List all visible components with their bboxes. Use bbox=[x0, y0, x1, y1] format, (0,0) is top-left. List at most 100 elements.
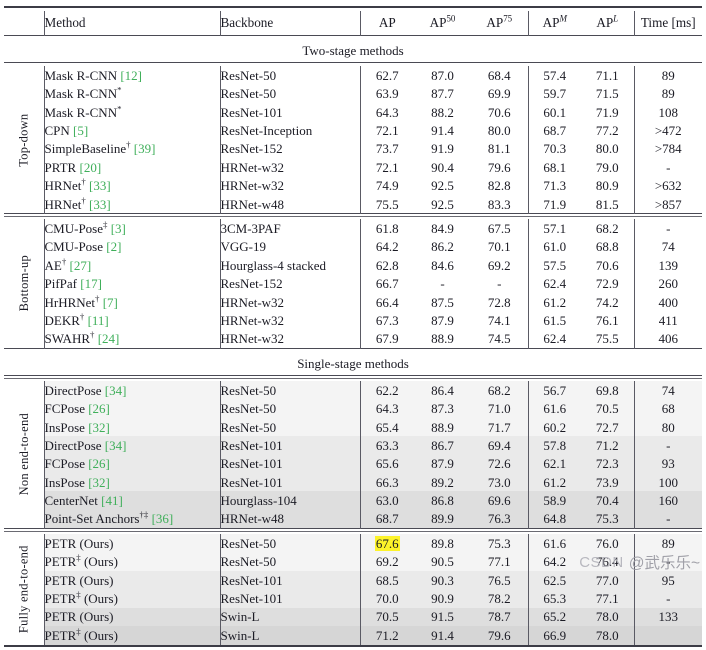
table-row: DEKR† [11] HRNet-w32 67.3 87.9 74.1 61.5 76.1 4… bbox=[4, 311, 702, 330]
cell-ap-large: 72.7 bbox=[581, 417, 634, 437]
cell-method: FCPose [26] bbox=[43, 399, 220, 418]
cell-time: - bbox=[633, 436, 702, 455]
cell-ap-large: 80.9 bbox=[581, 176, 634, 195]
citation-reference[interactable]: [2] bbox=[106, 239, 121, 254]
table-row: FCPose [26] ResNet-101 65.6 87.9 72.6 62.1 72.… bbox=[4, 454, 702, 474]
cell-ap-large: 70.6 bbox=[581, 256, 634, 275]
cell-backbone: ResNet-50 bbox=[219, 84, 360, 103]
citation-reference[interactable]: [11] bbox=[88, 313, 109, 328]
citation-reference[interactable]: [26] bbox=[88, 401, 110, 416]
cell-time: - bbox=[633, 589, 702, 608]
cell-ap: 71.2 bbox=[359, 626, 414, 646]
citation-reference[interactable]: [34] bbox=[105, 438, 127, 453]
cell-ap50: 84.6 bbox=[414, 256, 471, 275]
method-superscript: † bbox=[81, 195, 86, 206]
cell-method: DirectPose [34] bbox=[43, 381, 220, 400]
cell-time: 406 bbox=[633, 329, 702, 349]
cell-ap50: 91.4 bbox=[414, 121, 471, 140]
cell-ap-large: 72.9 bbox=[581, 274, 634, 293]
cell-ap-large: 76.1 bbox=[581, 311, 634, 330]
cell-ap75: 71.7 bbox=[471, 417, 528, 437]
cell-backbone: ResNet-101 bbox=[219, 102, 360, 122]
citation-reference[interactable]: [20] bbox=[79, 160, 101, 175]
cell-ap-large: 71.9 bbox=[581, 102, 634, 122]
table-row: Mask R-CNN* ResNet-50 63.9 87.7 69.9 59.7 71.5… bbox=[4, 84, 702, 103]
cell-time: 89 bbox=[633, 84, 702, 103]
cell-ap-medium: 59.7 bbox=[527, 84, 581, 103]
row-group-label-wrapper: Fully end-to-end bbox=[4, 534, 44, 644]
table-row: HRNet† [33] HRNet-w32 74.9 92.5 82.8 71.3 80.9… bbox=[4, 176, 702, 195]
cell-ap-large: 80.0 bbox=[581, 139, 634, 159]
cell-ap50: - bbox=[414, 274, 471, 293]
cell-ap-large: 71.1 bbox=[581, 66, 634, 85]
cell-ap50: 86.2 bbox=[414, 237, 471, 257]
cell-ap-medium: 65.2 bbox=[527, 607, 581, 627]
cell-backbone: 3CM-3PAF bbox=[219, 219, 360, 238]
cell-backbone: HRNet-w32 bbox=[219, 158, 360, 177]
cell-ap-medium: 68.1 bbox=[527, 158, 581, 177]
citation-reference[interactable]: [3] bbox=[111, 221, 126, 236]
cell-ap50: 89.8 bbox=[414, 534, 471, 553]
table-row: Bottom-up CMU-Pose‡ [3] 3CM-3PAF 61.8 84.9 67… bbox=[4, 219, 702, 312]
cell-ap75: 79.6 bbox=[471, 158, 528, 177]
method-superscript: † bbox=[95, 293, 100, 304]
citation-reference[interactable]: [39] bbox=[134, 141, 156, 156]
method-superscript: * bbox=[117, 84, 122, 95]
cell-backbone: ResNet-50 bbox=[219, 417, 360, 437]
citation-reference[interactable]: [32] bbox=[88, 475, 110, 490]
method-superscript: * bbox=[117, 103, 122, 114]
cell-backbone: ResNet-152 bbox=[219, 139, 360, 159]
cell-ap-large: 68.2 bbox=[581, 219, 634, 238]
cell-ap-large: 74.2 bbox=[581, 292, 634, 312]
table-row: DirectPose [34] ResNet-101 63.3 86.7 69.4 57.… bbox=[4, 436, 702, 455]
table-row: Point-Set Anchors†‡ [36] HRNet-w48 68.7 89.… bbox=[4, 509, 702, 529]
citation-reference[interactable]: [7] bbox=[103, 295, 118, 310]
cell-method: CMU-Pose‡ [3] bbox=[43, 219, 220, 238]
column-header-superscript: 75 bbox=[503, 13, 513, 24]
column-header-time: Time [ms] bbox=[633, 11, 702, 36]
citation-reference[interactable]: [32] bbox=[88, 420, 110, 435]
citation-reference[interactable]: [24] bbox=[98, 331, 120, 346]
cell-ap75: 82.8 bbox=[471, 176, 528, 195]
method-superscript: † bbox=[90, 330, 95, 341]
method-superscript: † bbox=[79, 311, 85, 322]
citation-reference[interactable]: [41] bbox=[101, 493, 123, 508]
banner-two-stage: Two-stage methods bbox=[4, 39, 702, 63]
citation-reference[interactable]: [34] bbox=[105, 383, 127, 398]
citation-reference[interactable]: [5] bbox=[73, 123, 88, 138]
cell-backbone: HRNet-w32 bbox=[219, 329, 360, 349]
cell-backbone: Swin-L bbox=[219, 626, 360, 646]
cell-ap-large: 78.0 bbox=[581, 626, 634, 646]
cell-time: 68 bbox=[633, 399, 702, 418]
cell-ap-medium: 65.3 bbox=[527, 589, 581, 608]
cell-ap75: 69.2 bbox=[471, 256, 528, 275]
cell-ap: 70.5 bbox=[359, 607, 414, 627]
cell-ap50: 89.2 bbox=[414, 473, 471, 492]
section-banner-label: Two-stage methods bbox=[302, 43, 404, 59]
citation-reference[interactable]: [36] bbox=[152, 511, 174, 526]
cell-ap-medium: 62.5 bbox=[527, 570, 581, 590]
cell-ap-medium: 57.1 bbox=[527, 219, 581, 238]
citation-reference[interactable]: [33] bbox=[89, 178, 111, 193]
cell-method: PifPaf [17] bbox=[43, 274, 220, 293]
citation-reference[interactable]: [26] bbox=[88, 456, 110, 471]
row-group-label-wrapper: Top-down bbox=[4, 66, 44, 213]
citation-reference[interactable]: [33] bbox=[89, 197, 111, 212]
citation-reference[interactable]: [27] bbox=[70, 258, 92, 273]
cell-method: InsPose [32] bbox=[43, 417, 220, 437]
cell-ap-large: 75.3 bbox=[581, 509, 634, 529]
column-header-backbone: Backbone bbox=[219, 11, 360, 36]
table-row: PETR (Ours) ResNet-101 68.5 90.3 76.5 62.5 77.… bbox=[4, 570, 702, 590]
cell-time: >857 bbox=[633, 194, 702, 214]
table-row: CenterNet [41] Hourglass-104 63.0 86.8 69.6 5… bbox=[4, 491, 702, 510]
cell-time bbox=[633, 626, 702, 646]
citation-reference[interactable]: [17] bbox=[80, 276, 102, 291]
citation-reference[interactable]: [12] bbox=[120, 68, 142, 83]
table-header-row: Method Backbone AP AP50 AP75 APM APL Time [ms] bbox=[4, 11, 702, 36]
cell-backbone: HRNet-w32 bbox=[219, 176, 360, 195]
cell-method: HrHRNet† [7] bbox=[43, 292, 220, 312]
cell-ap-large: 81.5 bbox=[581, 194, 634, 214]
cell-ap-large: 77.0 bbox=[581, 570, 634, 590]
cell-method: HRNet† [33] bbox=[43, 176, 220, 195]
table-row: Fully end-to-end PETR (Ours) ResNet-50 67.6… bbox=[4, 534, 702, 633]
